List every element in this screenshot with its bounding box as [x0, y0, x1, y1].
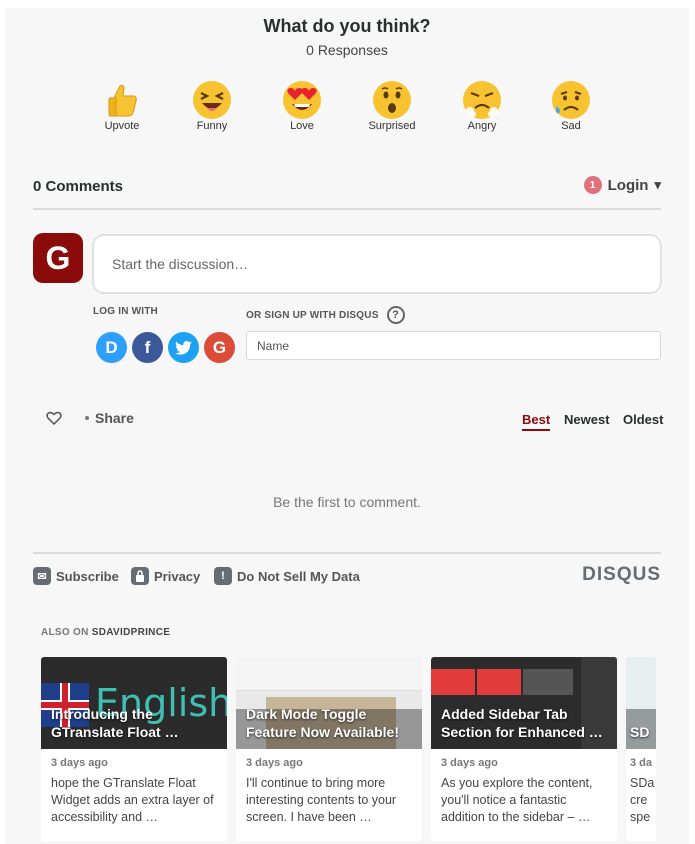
- recommended-card[interactable]: English Introducing the GTranslate Float…: [41, 657, 227, 841]
- heart-eyes-face-icon: [282, 80, 322, 120]
- facebook-login-icon[interactable]: f: [132, 332, 163, 363]
- also-on-heading: ALSO ON SDAVIDPRINCE: [41, 627, 171, 638]
- sad-face-icon: [551, 80, 591, 120]
- privacy-link[interactable]: Privacy: [131, 567, 200, 585]
- card-title: SD: [630, 724, 650, 740]
- comment-composer[interactable]: Start the discussion…: [92, 234, 662, 294]
- card-date: 3 days ago: [246, 757, 303, 769]
- surprised-face-icon: [372, 80, 412, 120]
- help-icon[interactable]: ?: [386, 306, 405, 324]
- login-label: Login: [607, 176, 649, 194]
- card-thumbnail: Added Sidebar Tab Section for Enhanced …: [431, 657, 617, 749]
- twitter-login-icon[interactable]: [168, 332, 199, 363]
- sort-oldest-tab[interactable]: Oldest: [623, 412, 663, 427]
- reactions-title: What do you think?: [263, 16, 431, 36]
- comments-header: 0 Comments 1 Login ▾: [33, 174, 661, 210]
- card-thumbnail: Dark Mode Toggle Feature Now Available!: [236, 657, 422, 749]
- laughing-face-icon: [192, 80, 232, 120]
- disqus-footer: ✉ Subscribe Privacy ! Do Not Sell My Dat…: [33, 552, 661, 596]
- lock-icon: [131, 567, 149, 585]
- reaction-label: Surprised: [368, 120, 416, 132]
- reaction-label: Angry: [467, 120, 497, 132]
- reactions-count: 0 Responses: [306, 42, 388, 58]
- card-excerpt: I'll continue to bring more interesting …: [246, 776, 397, 824]
- reaction-label: Sad: [561, 120, 581, 132]
- card-title: Added Sidebar Tab Section for Enhanced …: [441, 706, 603, 740]
- reaction-upvote[interactable]: Upvote: [82, 80, 162, 132]
- recommended-card[interactable]: Added Sidebar Tab Section for Enhanced ……: [431, 657, 617, 841]
- reaction-sad[interactable]: Sad: [531, 80, 611, 132]
- empty-comments-message: Be the first to comment.: [273, 494, 421, 510]
- card-title: Dark Mode Toggle Feature Now Available!: [246, 706, 400, 740]
- card-excerpt: As you explore the content, you'll notic…: [441, 776, 593, 824]
- reaction-label: Funny: [196, 120, 228, 132]
- card-excerpt: hope the GTranslate Float Widget adds an…: [51, 776, 214, 824]
- card-date: 3 da: [630, 757, 653, 769]
- heart-icon[interactable]: [46, 410, 62, 426]
- google-login-icon[interactable]: G: [204, 332, 235, 363]
- reaction-label: Love: [290, 120, 314, 132]
- screenshot-header: [236, 657, 422, 691]
- sort-best-tab[interactable]: Best: [522, 412, 551, 431]
- login-button[interactable]: 1 Login ▾: [583, 176, 661, 194]
- card-excerpt: SDa cre spe: [630, 776, 655, 824]
- reaction-label: Upvote: [104, 120, 140, 132]
- disqus-logo[interactable]: DISQUS: [582, 564, 661, 586]
- name-input[interactable]: [246, 331, 661, 360]
- card-date: 3 days ago: [441, 757, 498, 769]
- card-date: 3 days ago: [51, 757, 108, 769]
- share-label: Share: [95, 410, 134, 426]
- sort-newest-tab[interactable]: Newest: [564, 412, 610, 427]
- avatar: G: [33, 233, 83, 283]
- reaction-love[interactable]: Love: [262, 80, 342, 132]
- notification-badge: 1: [583, 176, 602, 194]
- share-button[interactable]: Share: [85, 410, 134, 426]
- signup-with-label: OR SIGN UP WITH DISQUS ?: [246, 306, 405, 324]
- card-title: Introducing the GTranslate Float …: [51, 706, 179, 740]
- do-not-sell-link[interactable]: ! Do Not Sell My Data: [214, 567, 360, 585]
- comments-count: 0 Comments: [33, 178, 124, 195]
- reaction-funny[interactable]: Funny: [172, 80, 252, 132]
- thumbs-up-icon: [102, 80, 142, 120]
- card-thumbnail: English Introducing the GTranslate Float…: [41, 657, 227, 749]
- login-with-label: LOG IN WITH: [93, 306, 158, 317]
- reaction-angry[interactable]: Angry: [442, 80, 522, 132]
- alert-icon: !: [214, 567, 232, 585]
- composer-placeholder: Start the discussion…: [112, 256, 249, 272]
- disqus-login-icon[interactable]: D: [96, 332, 127, 363]
- recommended-card[interactable]: SD 3 da SDa cre spe: [626, 657, 656, 841]
- disqus-panel: What do you think? 0 Responses Upvote Fu…: [5, 8, 689, 844]
- chevron-down-icon: ▾: [654, 177, 661, 192]
- recommended-card[interactable]: Dark Mode Toggle Feature Now Available! …: [236, 657, 422, 841]
- envelope-icon: ✉: [33, 567, 51, 585]
- reaction-surprised[interactable]: Surprised: [352, 80, 432, 132]
- card-thumbnail: SD: [626, 657, 656, 749]
- subscribe-link[interactable]: ✉ Subscribe: [33, 567, 119, 585]
- angry-face-icon: [462, 80, 502, 120]
- separator-dot: [85, 416, 89, 420]
